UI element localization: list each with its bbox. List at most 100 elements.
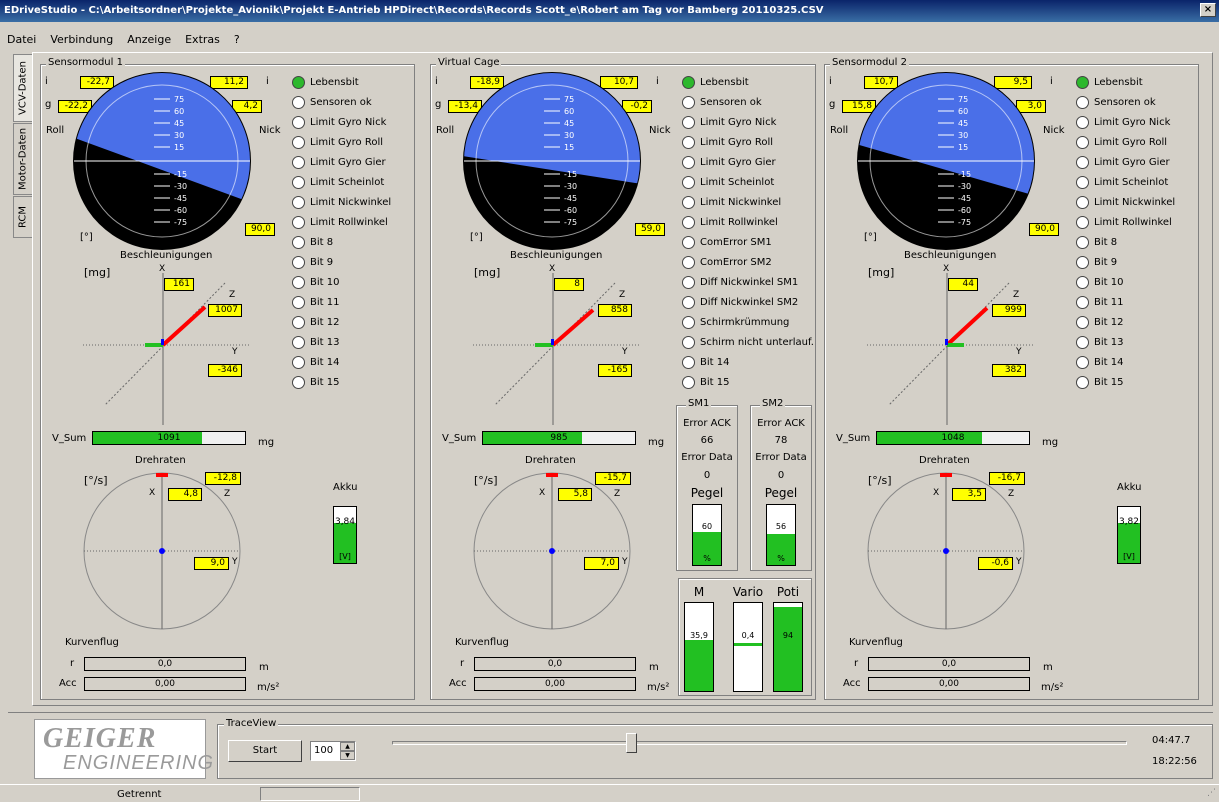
error-data-value: 0 [777,470,785,481]
status-led-icon [682,136,695,149]
motor-gauge-fill [774,606,802,691]
accel-z-label: Z [619,290,626,300]
g-label: g [45,99,52,110]
rate-center-marker [159,548,165,554]
status-led-icon [1076,216,1089,229]
battery-value: 3,82 [1118,517,1140,527]
deg-label: [°] [864,232,877,243]
status-led-label: Limit Nickwinkel [310,197,392,208]
pitch-tick-label: 75 [564,95,574,104]
yaw-rate-marker [940,473,952,477]
pitch-tick-label: 30 [958,131,968,140]
start-button[interactable]: Start [228,740,302,762]
status-led-icon [682,236,695,249]
status-led-icon [682,356,695,369]
status-led-icon [1076,336,1089,349]
rate-top-value: -16,7 [989,472,1025,485]
status-led-label: Schirmkrümmung [700,317,790,328]
menu-anzeige[interactable]: Anzeige [120,30,178,49]
r-value: 0,0 [157,659,173,669]
pitch-tick-label: -60 [958,206,971,215]
pitch-tick-label: -45 [958,194,971,203]
vario-marker [734,643,762,646]
vsum-unit: mg [648,437,665,448]
spin-down-icon[interactable]: ▼ [340,751,355,760]
x-accel-vector [551,339,554,345]
rate-center-marker [549,548,555,554]
status-led-label: Limit Gyro Roll [310,137,383,148]
acc-field: 0,00 [474,677,636,691]
drehraten-label: Drehraten [135,455,186,466]
acc-label: Acc [59,678,77,689]
r-field: 0,0 [84,657,246,671]
pitch-tick-label: -30 [174,182,187,191]
speed-value: 100 [314,745,334,756]
trace-slider-thumb[interactable] [625,733,637,753]
status-led-label: Limit Scheinlot [310,177,385,188]
menu-verbindung[interactable]: Verbindung [43,30,120,49]
vsum-bar: 985 [482,431,636,445]
status-led-label: Bit 12 [310,317,340,328]
clock-time: 18:22:56 [1152,756,1197,767]
status-led-icon [292,376,305,389]
status-led-icon [292,116,305,129]
kurvenflug-label: Kurvenflug [849,637,903,648]
drehraten-label: Drehraten [525,455,576,466]
status-led-label: Diff Nickwinkel SM1 [700,277,799,288]
tab-rcm[interactable]: RCM [13,196,32,238]
status-led-icon [682,256,695,269]
battery-value: 3,84 [334,517,356,527]
menu-help[interactable]: ? [227,30,247,49]
i-label: i [45,76,48,87]
status-led-label: Sensoren ok [1094,97,1156,108]
status-led-label: Bit 12 [1094,317,1124,328]
pitch-tick-label: 15 [958,143,968,152]
yaw-rate-marker [156,473,168,477]
tab-motor-daten[interactable]: Motor-Daten [13,123,32,195]
r-label: r [854,658,859,669]
status-led-label: Bit 9 [310,257,334,268]
status-led-label: Bit 8 [310,237,334,248]
tab-vcv-daten[interactable]: VCV-Daten [13,54,32,122]
status-led-icon [682,316,695,329]
pitch-tick-label: -60 [174,206,187,215]
accel-z-value: 1007 [208,304,242,317]
status-led-label: Lebensbit [310,77,359,88]
status-led-label: Bit 10 [310,277,340,288]
spin-up-icon[interactable]: ▲ [340,742,355,751]
status-led-label: Limit Nickwinkel [700,197,782,208]
rate-z-label: Z [224,489,231,499]
acc-value: 0,00 [154,679,176,689]
error-ack-label: Error ACK [683,418,731,429]
status-progress [260,787,360,801]
menu-extras[interactable]: Extras [178,30,227,49]
trace-slider-track[interactable] [392,741,1127,745]
traceview-group: TraceView [217,718,1213,779]
vsum-unit: mg [1042,437,1059,448]
pitch-tick-label: 30 [564,131,574,140]
vsum-label: V_Sum [52,433,87,444]
status-led-icon [682,156,695,169]
deg-label: [°] [80,232,93,243]
vsum-value: 1048 [941,433,965,443]
error-data-label: Error Data [755,452,807,463]
vsum-value: 1091 [157,433,181,443]
accel-y-label: Y [622,347,628,357]
motor-gauge-fill [685,639,713,691]
window-title: EDriveStudio - C:\Arbeitsordner\Projekte… [4,5,824,16]
status-led-label: ComError SM1 [700,237,772,248]
vsum-bar: 1048 [876,431,1030,445]
close-button[interactable]: × [1200,3,1216,17]
rate-y-label: Y [1016,557,1022,567]
pitch-tick-label: 15 [174,143,184,152]
i-label: i [829,76,832,87]
status-led-label: Bit 11 [1094,297,1124,308]
status-led-label: Limit Gyro Nick [1094,117,1171,128]
connection-status: Getrennt [117,789,162,800]
status-led-label: Limit Gyro Gier [310,157,386,168]
speed-spinner[interactable]: 100 ▲ ▼ [310,741,356,761]
pitch-tick-label: 60 [174,107,184,116]
status-led-label: Bit 8 [1094,237,1118,248]
nick-label: Nick [649,125,671,136]
menu-datei[interactable]: Datei [0,30,43,49]
